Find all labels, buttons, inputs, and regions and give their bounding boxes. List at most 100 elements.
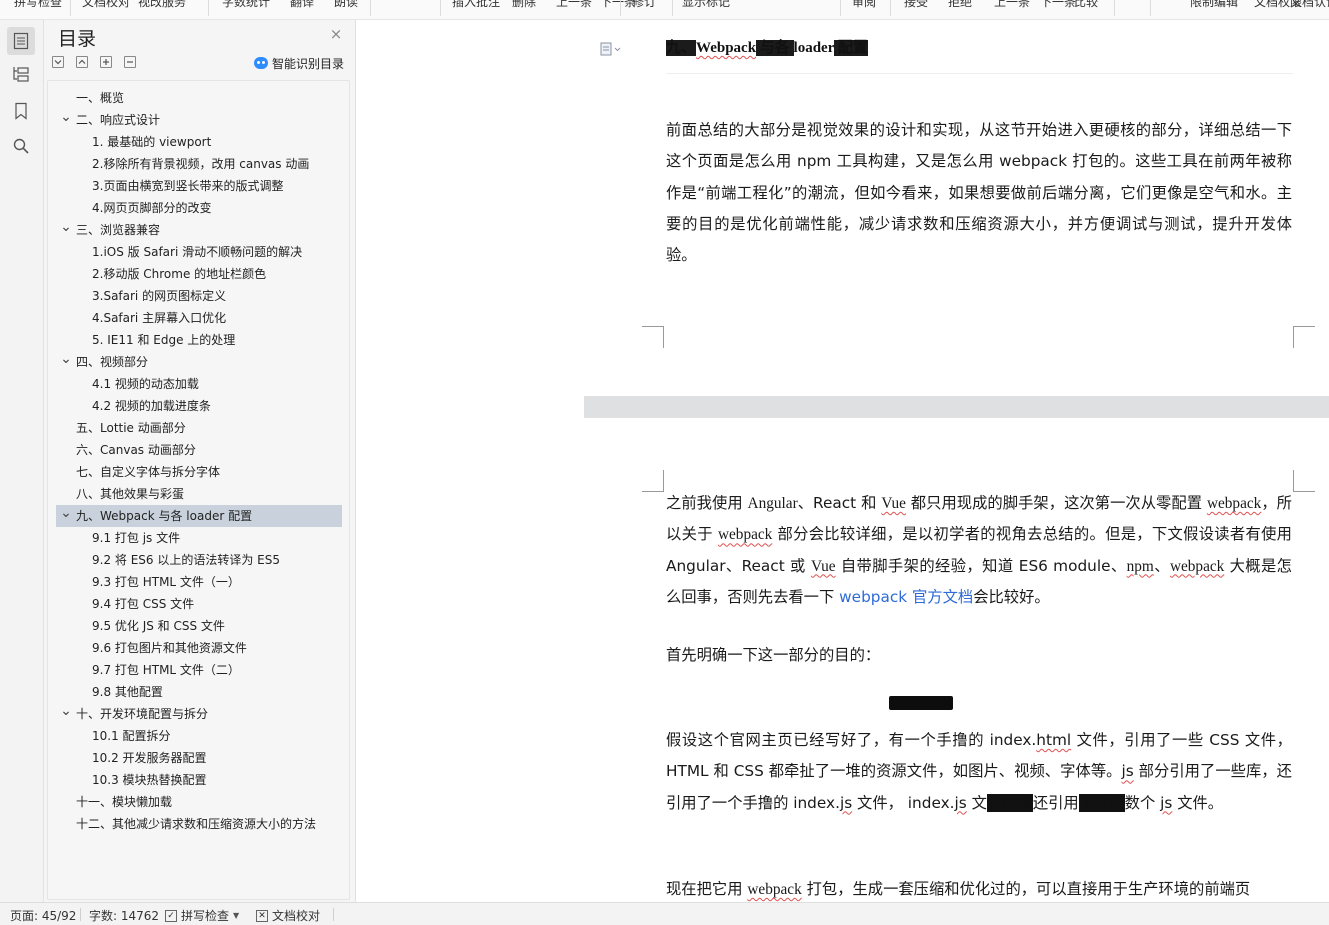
ribbon-item[interactable]: 上一条	[994, 0, 1030, 10]
ribbon-item[interactable]: 审阅	[852, 0, 876, 10]
chevron-down-icon[interactable]: ⌄	[60, 219, 72, 235]
toc-item[interactable]: 八、其他效果与彩蛋	[56, 483, 342, 505]
toc-item[interactable]: 4.1 视频的动态加载	[56, 373, 342, 395]
toc-item[interactable]: 9.7 打包 HTML 文件（二）	[56, 659, 342, 681]
toc-item[interactable]: ⌄ 十、开发环境配置与拆分	[56, 703, 342, 725]
toc-item-label: 4.1 视频的动态加载	[92, 377, 199, 391]
toc-icon[interactable]	[7, 27, 35, 55]
toc-item[interactable]: 一、概览	[56, 87, 342, 109]
toc-item[interactable]: ⌄ 二、响应式设计	[56, 109, 342, 131]
toc-item[interactable]: 9.5 优化 JS 和 CSS 文件	[56, 615, 342, 637]
add-heading-icon[interactable]	[100, 56, 112, 68]
bookmark-icon[interactable]	[7, 97, 35, 125]
toc-item-label: 10.2 开发服务器配置	[92, 751, 207, 765]
ai-recognize-toc-label: 智能识别目录	[272, 56, 345, 71]
spell-check-button[interactable]: ✓ 拼写检查 ▼	[165, 907, 239, 924]
outline-icon[interactable]	[7, 60, 35, 88]
toc-item[interactable]: 9.1 打包 js 文件	[56, 527, 342, 549]
webpack-docs-link[interactable]: webpack 官方文档	[839, 588, 973, 606]
ribbon-item[interactable]: 上一条	[556, 0, 592, 10]
expand-down-icon[interactable]	[52, 56, 64, 68]
toc-item[interactable]: 10.2 开发服务器配置	[56, 747, 342, 769]
toc-item[interactable]: 七、自定义字体与拆分字体	[56, 461, 342, 483]
toc-item[interactable]: 1. 最基础的 viewport	[56, 131, 342, 153]
toc-item[interactable]: 4.Safari 主屏幕入口优化	[56, 307, 342, 329]
toc-item-label: 9.3 打包 HTML 文件（一）	[92, 575, 240, 589]
toc-item[interactable]: 3.Safari 的网页图标定义	[56, 285, 342, 307]
toc-item-label: 1. 最基础的 viewport	[92, 135, 212, 149]
toc-item[interactable]: 十二、其他减少请求数和压缩资源大小的方法	[56, 813, 342, 835]
toc-item-label: 九、Webpack 与各 loader 配置	[76, 509, 253, 523]
chevron-down-icon[interactable]: ⌄	[60, 505, 72, 521]
toc-item[interactable]: 9.8 其他配置	[56, 681, 342, 703]
toc-item[interactable]: 五、Lottie 动画部分	[56, 417, 342, 439]
toc-item-label: 4.网页页脚部分的改变	[92, 201, 212, 215]
text-run: 文	[966, 793, 987, 812]
ribbon-item[interactable]: 朗读	[334, 0, 358, 10]
chevron-down-icon[interactable]: ⌄	[60, 351, 72, 367]
toc-item[interactable]: ⌄ 三、浏览器兼容	[56, 219, 342, 241]
heading-part: loader	[793, 40, 835, 56]
toc-item[interactable]: 9.2 将 ES6 以上的语法转译为 ES5	[56, 549, 342, 571]
toc-item[interactable]: 10.3 模块热替换配置	[56, 769, 342, 791]
close-icon[interactable]: ×	[328, 26, 344, 42]
ribbon-item[interactable]: 插入批注	[452, 0, 500, 10]
ribbon-item[interactable]: 拒绝	[948, 0, 972, 10]
toc-item[interactable]: 4.2 视频的加载进度条	[56, 395, 342, 417]
toc-item[interactable]: ⌄ 四、视频部分	[56, 351, 342, 373]
chevron-down-icon: ▼	[233, 911, 240, 920]
paragraph-assumption: 假设这个官网主页已经写好了，有一个手撸的 index.html 文件，引用了一些…	[666, 725, 1292, 819]
ribbon-separator	[672, 0, 673, 16]
toc-item[interactable]: 5. IE11 和 Edge 上的处理	[56, 329, 342, 351]
ribbon-item[interactable]: 下一条	[600, 0, 636, 10]
ribbon-item[interactable]: 限制编辑	[1190, 0, 1238, 10]
text-run: 文件， index.	[852, 793, 955, 812]
ribbon-separator	[840, 0, 841, 16]
toc-item[interactable]: 3.页面由横宽到竖长带来的版式调整	[56, 175, 342, 197]
chevron-down-icon[interactable]: ⌄	[60, 109, 72, 125]
toc-item[interactable]: ⌄ 九、Webpack 与各 loader 配置	[56, 505, 342, 527]
ribbon-item[interactable]: 翻译	[290, 0, 314, 10]
toc-item[interactable]: 10.1 配置拆分	[56, 725, 342, 747]
toc-item[interactable]: 2.移动版 Chrome 的地址栏颜色	[56, 263, 342, 285]
ribbon-item[interactable]: 文档认证	[1290, 0, 1329, 10]
document-icon[interactable]	[600, 42, 622, 59]
toc-item[interactable]: 六、Canvas 动画部分	[56, 439, 342, 461]
paragraph-background: 之前我使用 Angular、React 和 Vue 都只用现成的脚手架，这次第一…	[666, 488, 1292, 613]
ribbon-item[interactable]: 拼写检查	[14, 0, 62, 10]
word-count[interactable]: 字数: 14762	[89, 907, 159, 924]
toc-item[interactable]: 1.iOS 版 Safari 滑动不顺畅问题的解决	[56, 241, 342, 263]
chevron-down-icon[interactable]: ⌄	[60, 703, 72, 719]
ribbon-item[interactable]: 字数统计	[222, 0, 270, 10]
proofread-button[interactable]: ✕ 文档校对	[256, 907, 320, 924]
ribbon-item[interactable]: 下一条	[1040, 0, 1076, 10]
ribbon-item[interactable]: 视改服务	[138, 0, 186, 10]
ribbon-item[interactable]: 显示标记	[682, 0, 730, 10]
ribbon-item[interactable]: 比较	[1074, 0, 1098, 10]
text-run: 数个	[1124, 793, 1161, 812]
toc-item-label: 9.2 将 ES6 以上的语法转译为 ES5	[92, 553, 281, 567]
text-run: 自带脚手架的经验，知道 ES6 module、	[835, 556, 1127, 575]
toc-item[interactable]: 2.移除所有背景视频，改用 canvas 动画	[56, 153, 342, 175]
toc-item[interactable]: 4.网页页脚部分的改变	[56, 197, 342, 219]
remove-heading-icon[interactable]	[124, 56, 136, 68]
search-icon[interactable]	[7, 132, 35, 160]
toc-item[interactable]: 9.4 打包 CSS 文件	[56, 593, 342, 615]
collapse-up-icon[interactable]	[76, 56, 88, 68]
text-run: webpack	[1169, 557, 1225, 575]
ai-recognize-toc-button[interactable]: 智能识别目录	[254, 55, 344, 71]
toc-item[interactable]: 9.3 打包 HTML 文件（一）	[56, 571, 342, 593]
toc-item[interactable]: 十一、模块懒加载	[56, 791, 342, 813]
text-run: 还引用	[1032, 793, 1079, 812]
toc-item-label: 5. IE11 和 Edge 上的处理	[92, 333, 236, 347]
ribbon-item[interactable]: 文档校对	[82, 0, 130, 10]
page-counter[interactable]: 页面: 45/92	[10, 907, 76, 924]
ribbon-separator	[620, 0, 621, 16]
ribbon-item[interactable]: 删除	[512, 0, 536, 10]
toc-item-label: 三、浏览器兼容	[76, 223, 161, 237]
toc-item[interactable]: 9.6 打包图片和其他资源文件	[56, 637, 342, 659]
toc-item-label: 2.移动版 Chrome 的地址栏颜色	[92, 267, 267, 281]
ribbon-item[interactable]: 接受	[904, 0, 928, 10]
text-run: 文件。	[1172, 793, 1224, 812]
ribbon-item[interactable]: 修订	[632, 0, 656, 10]
